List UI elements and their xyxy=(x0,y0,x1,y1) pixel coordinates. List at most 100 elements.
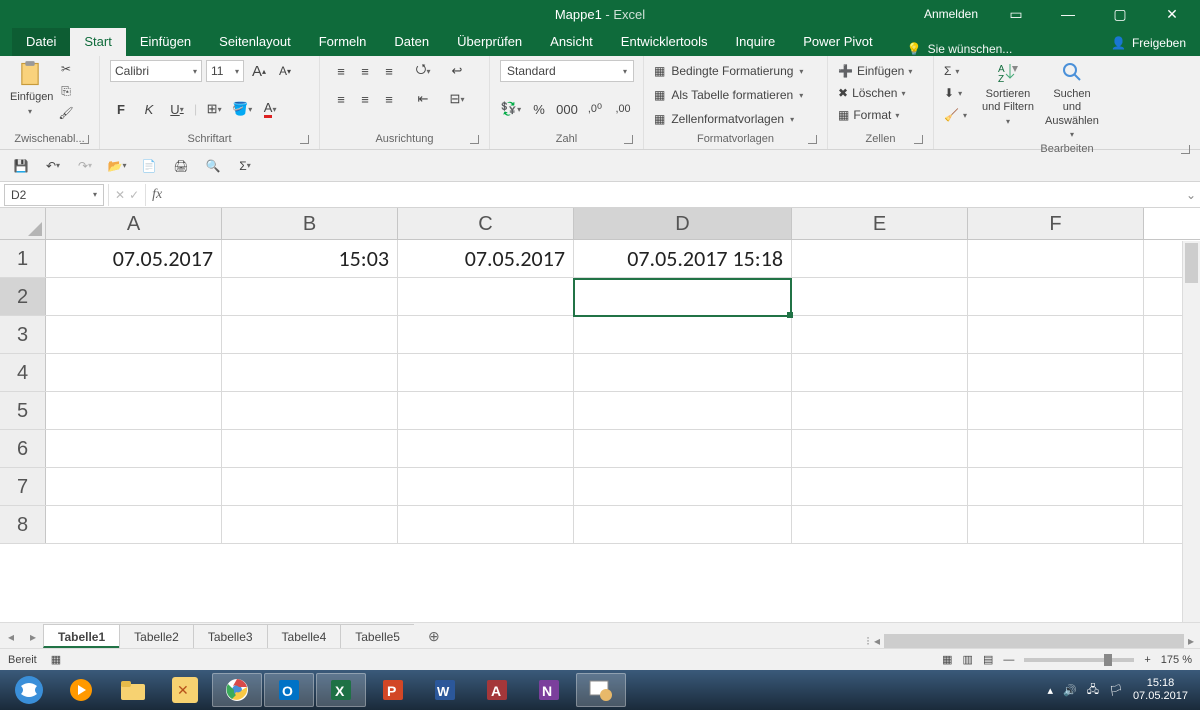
signin-link[interactable]: Anmelden xyxy=(916,7,986,21)
redo-button[interactable]: ↷▾ xyxy=(74,155,96,177)
add-sheet-button[interactable]: ⊕ xyxy=(414,624,454,648)
comma-icon[interactable]: 000 xyxy=(556,98,578,120)
italic-button[interactable]: K xyxy=(138,98,160,120)
hscroll-left[interactable]: ◂ xyxy=(874,634,880,648)
quick-print-icon[interactable]: 🖨 xyxy=(170,155,192,177)
fill-button[interactable]: ⬇▾ xyxy=(944,82,967,104)
row-header[interactable]: 4 xyxy=(0,354,46,391)
zoom-out-button[interactable]: — xyxy=(1003,654,1014,666)
clear-button[interactable]: 🧹▾ xyxy=(944,104,967,126)
autosum-button[interactable]: Σ▾ xyxy=(944,60,967,82)
delete-cells-button[interactable]: ✖Löschen▾ xyxy=(838,82,912,104)
tray-flag-icon[interactable]: 🏳 xyxy=(1109,684,1123,697)
view-page-break-icon[interactable]: ▤ xyxy=(983,653,993,666)
vertical-scrollbar[interactable] xyxy=(1182,241,1200,622)
cut-icon[interactable]: ✂ xyxy=(56,60,76,78)
taskbar-paint[interactable] xyxy=(576,673,626,707)
taskbar-access[interactable]: A xyxy=(472,673,522,707)
cell[interactable] xyxy=(792,240,968,277)
name-box[interactable]: D2▾ xyxy=(4,184,104,206)
wrap-text-icon[interactable]: ↩ xyxy=(446,60,468,82)
taskbar-excel[interactable]: X xyxy=(316,673,366,707)
view-normal-icon[interactable]: ▦ xyxy=(942,653,952,666)
align-right-icon[interactable]: ≡ xyxy=(378,88,400,110)
sheet-tab[interactable]: Tabelle2 xyxy=(119,624,194,648)
row-header[interactable]: 3 xyxy=(0,316,46,353)
paste-button[interactable]: Einfügen▾ xyxy=(10,60,50,117)
taskbar-powerpoint[interactable]: P xyxy=(368,673,418,707)
col-header-a[interactable]: A xyxy=(46,208,222,239)
tab-powerpivot[interactable]: Power Pivot xyxy=(789,28,886,56)
tab-review[interactable]: Überprüfen xyxy=(443,28,536,56)
ribbon-display-icon[interactable]: ▭ xyxy=(994,0,1038,28)
conditional-formatting-button[interactable]: ▦Bedingte Formatierung▾ xyxy=(654,60,803,82)
tray-network-icon[interactable]: 🖧 xyxy=(1087,681,1099,700)
sheet-nav-next[interactable]: ▸ xyxy=(22,626,44,648)
cell[interactable]: 15:03 xyxy=(222,240,398,277)
row-header[interactable]: 2 xyxy=(0,278,46,315)
print-preview-icon[interactable]: 🔍 xyxy=(202,155,224,177)
taskbar-outlook[interactable]: O xyxy=(264,673,314,707)
font-color-button[interactable]: A▾ xyxy=(259,98,281,120)
format-cells-button[interactable]: ▦Format▾ xyxy=(838,104,912,126)
align-top-icon[interactable]: ≡ xyxy=(330,60,352,82)
row-header[interactable]: 5 xyxy=(0,392,46,429)
save-icon[interactable]: 💾 xyxy=(10,155,32,177)
underline-button[interactable]: U▾ xyxy=(166,98,188,120)
increase-decimal-icon[interactable]: ,0⁰ xyxy=(584,98,606,120)
tab-data[interactable]: Daten xyxy=(380,28,443,56)
autosum-qat-icon[interactable]: Σ▾ xyxy=(234,155,256,177)
zoom-in-button[interactable]: + xyxy=(1144,654,1150,666)
font-name-select[interactable]: Calibri▾ xyxy=(110,60,202,82)
align-middle-icon[interactable]: ≡ xyxy=(354,60,376,82)
expand-formula-bar[interactable]: ⌄ xyxy=(1182,188,1200,202)
format-as-table-button[interactable]: ▦Als Tabelle formatieren▾ xyxy=(654,84,803,106)
tab-insert[interactable]: Einfügen xyxy=(126,28,205,56)
tell-me[interactable]: 💡Sie wünschen... xyxy=(907,42,1013,56)
spreadsheet-grid[interactable]: A B C D E F 1 07.05.2017 15:03 07.05.201… xyxy=(0,208,1200,622)
undo-button[interactable]: ↶▾ xyxy=(42,155,64,177)
tab-file[interactable]: Datei xyxy=(12,28,70,56)
sheet-tab[interactable]: Tabelle3 xyxy=(193,624,268,648)
close-button[interactable]: ✕ xyxy=(1150,0,1194,28)
tab-formulas[interactable]: Formeln xyxy=(305,28,381,56)
tab-inquire[interactable]: Inquire xyxy=(722,28,790,56)
taskbar-app1[interactable]: ✕ xyxy=(160,673,210,707)
row-header[interactable]: 7 xyxy=(0,468,46,505)
cell[interactable]: 07.05.2017 15:18 xyxy=(574,240,792,277)
decrease-font-icon[interactable]: A▾ xyxy=(274,60,296,82)
sheet-nav-prev[interactable]: ◂ xyxy=(0,626,22,648)
new-icon[interactable]: 📄 xyxy=(138,155,160,177)
tab-layout[interactable]: Seitenlayout xyxy=(205,28,305,56)
increase-font-icon[interactable]: A▴ xyxy=(248,60,270,82)
taskbar-explorer[interactable] xyxy=(108,673,158,707)
bold-button[interactable]: F xyxy=(110,98,132,120)
cell[interactable] xyxy=(968,240,1144,277)
sheet-tab[interactable]: Tabelle4 xyxy=(267,624,342,648)
cancel-formula-icon[interactable]: ✕ xyxy=(115,188,125,202)
start-button[interactable] xyxy=(4,673,54,707)
select-all-corner[interactable] xyxy=(0,208,46,239)
tray-clock[interactable]: 15:1807.05.2017 xyxy=(1133,677,1188,703)
col-header-d[interactable]: D xyxy=(574,208,792,239)
row-header[interactable]: 1 xyxy=(0,240,46,277)
formula-input[interactable] xyxy=(168,184,1182,206)
decrease-indent-icon[interactable]: ⇤ xyxy=(412,88,434,110)
col-header-c[interactable]: C xyxy=(398,208,574,239)
hscroll-right[interactable]: ▸ xyxy=(1188,634,1194,648)
number-format-select[interactable]: Standard▾ xyxy=(500,60,634,82)
tray-volume-icon[interactable]: 🔊 xyxy=(1063,684,1077,697)
border-button[interactable]: ⊞▾ xyxy=(203,98,225,120)
sheet-tab[interactable]: Tabelle1 xyxy=(43,624,120,648)
align-left-icon[interactable]: ≡ xyxy=(330,88,352,110)
insert-cells-button[interactable]: ➕Einfügen▾ xyxy=(838,60,912,82)
find-select-button[interactable]: Suchen und Auswählen▾ xyxy=(1043,60,1101,141)
enter-formula-icon[interactable]: ✓ xyxy=(129,188,139,202)
orientation-icon[interactable]: ⭯▾ xyxy=(412,60,434,82)
taskbar-word[interactable]: W xyxy=(420,673,470,707)
cell[interactable]: 07.05.2017 xyxy=(398,240,574,277)
row-header[interactable]: 8 xyxy=(0,506,46,543)
taskbar-onenote[interactable]: N xyxy=(524,673,574,707)
percent-icon[interactable]: % xyxy=(528,98,550,120)
minimize-button[interactable]: — xyxy=(1046,0,1090,28)
